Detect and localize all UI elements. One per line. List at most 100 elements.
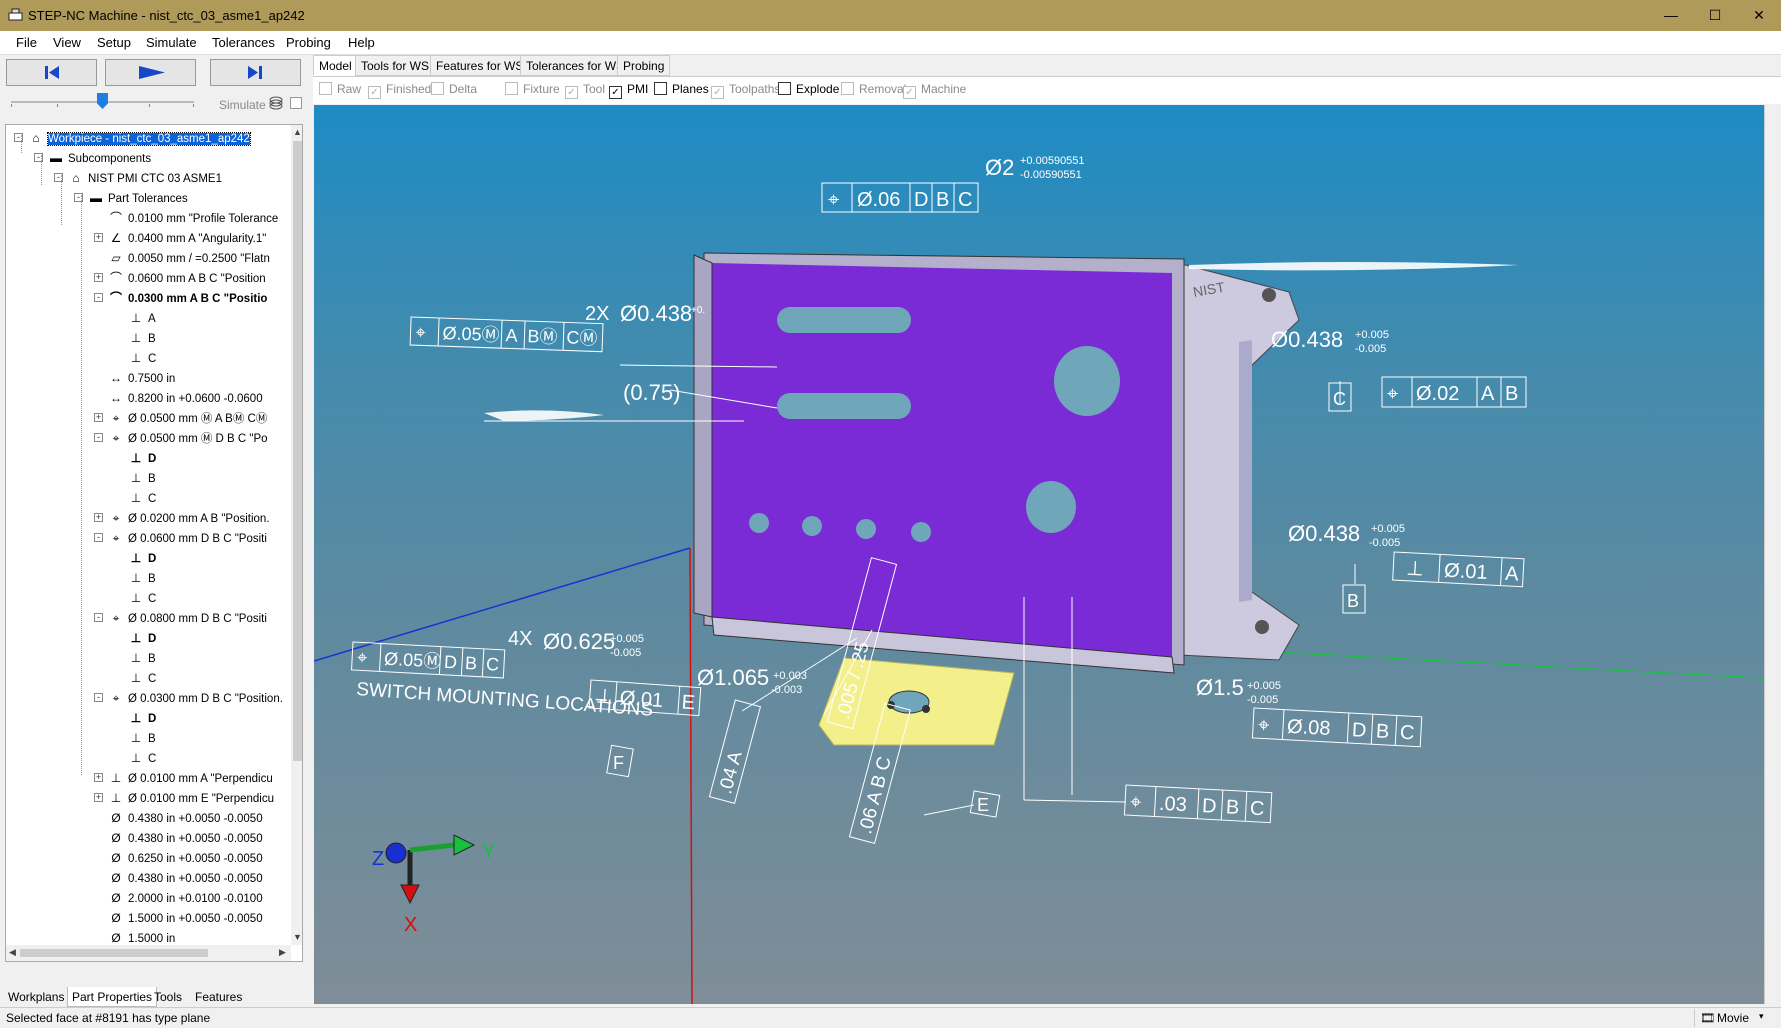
checkbox-icon[interactable] xyxy=(505,82,518,95)
tree-item[interactable]: ⌖ Ø 0.0300 mm D B C "Position. xyxy=(108,688,283,708)
option-planes[interactable]: Planes xyxy=(654,81,709,97)
option-explode[interactable]: Explode xyxy=(778,81,839,97)
tree-item[interactable]: ⌒ 0.0600 mm A B C "Position xyxy=(108,268,266,288)
tab-part-properties[interactable]: Part Properties xyxy=(67,987,158,1007)
simulate-checkbox[interactable] xyxy=(290,97,302,109)
option-fixture[interactable]: Fixture xyxy=(505,81,560,97)
option-finished[interactable]: ✓ Finished xyxy=(368,81,431,99)
scroll-left-icon[interactable]: ◀ xyxy=(9,947,16,958)
movie-dropdown[interactable]: 🎞 Movie ▾ xyxy=(1694,1009,1779,1027)
tree-item[interactable]: ⌖ Ø 0.0600 mm D B C "Positi xyxy=(108,528,267,548)
option-delta[interactable]: Delta xyxy=(431,81,477,97)
tree-item[interactable]: ⊥ B xyxy=(128,648,156,668)
layers-icon[interactable] xyxy=(268,96,284,110)
tree-item[interactable]: Ø 2.0000 in +0.0100 -0.0100 xyxy=(108,888,262,908)
tree-item[interactable]: ⊥ B xyxy=(128,468,156,488)
menu-view[interactable]: View xyxy=(53,35,81,50)
tree-item[interactable]: ⌖ Ø 0.0500 mm Ⓜ A BⓂ CⓂ xyxy=(108,408,268,428)
menu-tolerances[interactable]: Tolerances xyxy=(212,35,275,50)
tree-item[interactable]: ⌖ Ø 0.0200 mm A B "Position. xyxy=(108,508,270,528)
tab-features[interactable]: Features xyxy=(191,987,246,1007)
tree-item[interactable]: ⊥ C xyxy=(128,748,157,768)
tree-vertical-scroll-thumb[interactable] xyxy=(293,141,302,761)
menu-setup[interactable]: Setup xyxy=(97,35,131,50)
maximize-button[interactable]: ☐ xyxy=(1693,0,1737,31)
tree-item[interactable]: ⊥ D xyxy=(128,448,157,468)
tab-model[interactable]: Model xyxy=(313,55,358,76)
checkbox-icon[interactable] xyxy=(778,82,791,95)
tree-item[interactable]: ⊥ C xyxy=(128,488,157,508)
tree-item[interactable]: Ø 0.4380 in +0.0050 -0.0050 xyxy=(108,868,262,888)
tree-expander[interactable]: + xyxy=(94,513,103,522)
option-raw[interactable]: Raw xyxy=(319,81,361,97)
tree-item[interactable]: ▬ Subcomponents xyxy=(48,148,151,168)
3d-viewport[interactable]: Ø2 +0.00590551 -0.00590551 ⌖ Ø.06 D B C … xyxy=(314,105,1780,1004)
rewind-button[interactable] xyxy=(6,59,97,86)
tree-item[interactable]: ↔ 0.7500 in xyxy=(108,368,175,388)
tab-features-for-ws[interactable]: Features for WS xyxy=(430,55,530,76)
tree-item[interactable]: ⊥ C xyxy=(128,348,157,368)
minimize-button[interactable]: — xyxy=(1649,0,1693,31)
tree-item[interactable]: Ø 0.4380 in +0.0050 -0.0050 xyxy=(108,808,262,828)
step-forward-button[interactable] xyxy=(210,59,301,86)
tree-item[interactable]: ▬ Part Tolerances xyxy=(88,188,188,208)
tree-item[interactable]: Ø 1.5000 in +0.0050 -0.0050 xyxy=(108,908,262,928)
menu-file[interactable]: File xyxy=(16,35,37,50)
checkbox-icon[interactable] xyxy=(654,82,667,95)
tree-item[interactable]: ▱ 0.0050 mm / =0.2500 "Flatn xyxy=(108,248,269,268)
option-tool[interactable]: ✓ Tool xyxy=(565,81,605,99)
tree-item[interactable]: ⊥ C xyxy=(128,668,157,688)
tree-item[interactable]: ⊥ D xyxy=(128,548,157,568)
tab-probing[interactable]: Probing xyxy=(617,55,671,76)
tab-tools[interactable]: Tools xyxy=(150,987,186,1007)
tree-item[interactable]: ⌒ 0.0100 mm "Profile Tolerance xyxy=(108,208,278,228)
checkbox-icon[interactable] xyxy=(841,82,854,95)
tree-item[interactable]: ⌖ Ø 0.0800 mm D B C "Positi xyxy=(108,608,267,628)
tree-item[interactable]: ↔ 0.8200 in +0.0600 -0.0600 xyxy=(108,388,263,408)
tree-item[interactable]: ∠ 0.0400 mm A "Angularity.1" xyxy=(108,228,267,248)
tree-item[interactable]: ⊥ A xyxy=(128,308,156,328)
tree-item[interactable]: ⊥ Ø 0.0100 mm A "Perpendicu xyxy=(108,768,273,788)
menu-help[interactable]: Help xyxy=(348,35,375,50)
checkbox-icon[interactable]: ✓ xyxy=(368,86,381,99)
tab-workplans[interactable]: Workplans xyxy=(4,987,68,1007)
tree-item[interactable]: ⌂ NIST PMI CTC 03 ASME1 xyxy=(68,168,222,188)
tree-item[interactable]: Ø 0.4380 in +0.0050 -0.0050 xyxy=(108,828,262,848)
option-toolpaths[interactable]: ✓ Toolpaths xyxy=(711,81,780,99)
tree-expander[interactable]: - xyxy=(94,533,103,542)
tree-expander[interactable]: - xyxy=(94,693,103,702)
option-pmi[interactable]: ✓ PMI xyxy=(609,81,648,99)
checkbox-icon[interactable] xyxy=(319,82,332,95)
tree-expander[interactable]: - xyxy=(94,613,103,622)
tree-expander[interactable]: + xyxy=(94,233,103,242)
tree-item[interactable]: ⊥ B xyxy=(128,328,156,348)
tree-expander[interactable]: - xyxy=(94,293,103,302)
tree-expander[interactable]: + xyxy=(94,273,103,282)
tree-item[interactable]: ⌂ Workpiece - nist_ctc_03_asme1_ap242 xyxy=(28,128,251,148)
tab-tools-for-ws[interactable]: Tools for WS xyxy=(355,55,436,76)
model-scene[interactable]: Ø2 +0.00590551 -0.00590551 ⌖ Ø.06 D B C … xyxy=(314,105,1780,1004)
option-machine[interactable]: ✓ Machine xyxy=(903,81,966,99)
option-removal[interactable]: Removal xyxy=(841,81,906,97)
close-button[interactable]: ✕ xyxy=(1737,0,1781,31)
tree-item[interactable]: ⊥ C xyxy=(128,588,157,608)
tree-item[interactable]: ⊥ D xyxy=(128,708,157,728)
tab-tolerances-for-ws[interactable]: Tolerances for WS xyxy=(520,55,631,76)
tree-horizontal-scroll-thumb[interactable] xyxy=(20,949,208,957)
menu-probing[interactable]: Probing xyxy=(286,35,331,50)
tree-item[interactable]: ⌖ Ø 0.0500 mm Ⓜ D B C "Po xyxy=(108,428,268,448)
part-tree[interactable]: - ⌂ Workpiece - nist_ctc_03_asme1_ap242 - ▬ S… xyxy=(5,124,303,962)
checkbox-icon[interactable]: ✓ xyxy=(903,86,916,99)
tree-item[interactable]: ⊥ B xyxy=(128,728,156,748)
speed-slider-thumb[interactable] xyxy=(97,93,108,109)
scroll-right-icon[interactable]: ▶ xyxy=(279,947,286,958)
tree-expander[interactable]: + xyxy=(94,793,103,802)
checkbox-icon[interactable]: ✓ xyxy=(711,86,724,99)
checkbox-icon[interactable]: ✓ xyxy=(565,86,578,99)
tree-item[interactable]: ⊥ B xyxy=(128,568,156,588)
play-button[interactable] xyxy=(105,59,196,86)
tree-item[interactable]: ⊥ Ø 0.0100 mm E "Perpendicu xyxy=(108,788,274,808)
tree-item[interactable]: Ø 0.6250 in +0.0050 -0.0050 xyxy=(108,848,262,868)
tree-item[interactable]: ⌒ 0.0300 mm A B C "Positio xyxy=(108,288,267,308)
viewport-scrollbar[interactable] xyxy=(1764,105,1781,1004)
